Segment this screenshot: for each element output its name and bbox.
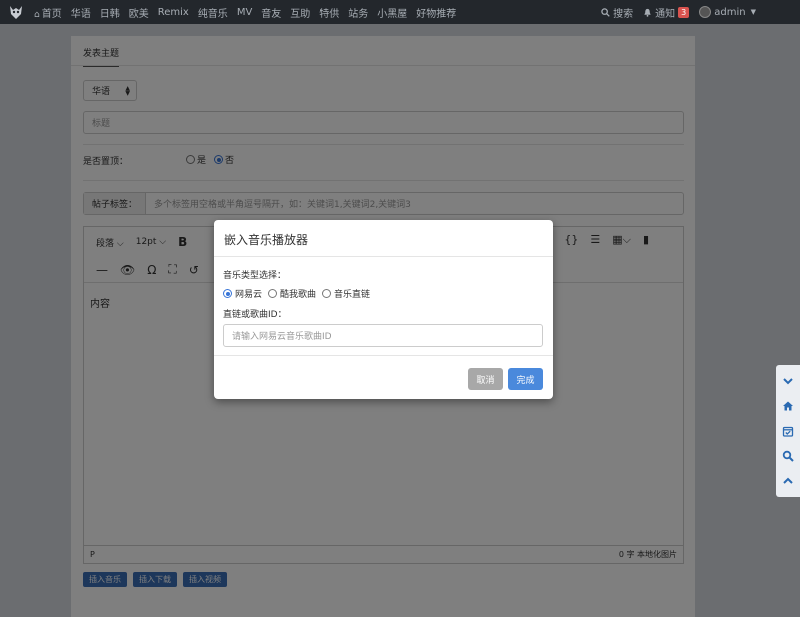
home-icon[interactable] [780,398,796,414]
radio-icon [322,289,332,298]
radio-checked-icon [223,289,232,298]
radio-icon [268,289,278,298]
nav-item-jpkr[interactable]: 日韩 [100,5,120,20]
chevron-up-icon[interactable] [780,473,796,489]
modal-header: 嵌入音乐播放器 [214,220,553,257]
nav-item-help[interactable]: 互助 [290,5,310,20]
nav-home[interactable]: ⌂ 首页 [34,5,62,20]
cancel-button[interactable]: 取消 [468,368,503,390]
music-type-radios: 网易云 酷我歌曲 音乐直链 [223,287,370,300]
home-icon: ⌂ [34,9,40,20]
side-float-buttons [776,365,800,497]
nav-user-menu[interactable]: admin ▼ [699,6,756,18]
notify-count-badge: 3 [678,6,690,18]
nav-item-site-affairs[interactable]: 站务 [348,5,368,20]
type-kuwo-radio[interactable]: 酷我歌曲 [268,287,316,300]
nav-search[interactable]: 搜索 [601,5,633,20]
nav-notify[interactable]: 通知 3 [643,5,690,20]
music-type-label: 音乐类型选择： [223,271,287,281]
nav-item-pure-music[interactable]: 纯音乐 [198,5,228,20]
calendar-check-icon[interactable] [780,423,796,439]
embed-music-player-dialog: 嵌入音乐播放器 音乐类型选择： 网易云 酷我歌曲 音乐直链 直链或歌曲ID： 请… [214,220,553,399]
modal-footer: 取消 完成 [214,355,553,399]
search-icon [601,7,610,17]
nav-item-recommend[interactable]: 好物推荐 [416,5,456,20]
done-button[interactable]: 完成 [508,368,543,390]
song-id-input[interactable]: 请输入网易云音乐歌曲ID [223,324,543,347]
nav-item-blackroom[interactable]: 小黑屋 [377,5,407,20]
nav-item-mv[interactable]: MV [237,7,252,18]
nav-item-remix[interactable]: Remix [158,7,189,18]
nav-item-friends[interactable]: 音友 [261,5,281,20]
modal-body: 音乐类型选择： 网易云 酷我歌曲 音乐直链 直链或歌曲ID： 请输入网易云音乐歌… [214,257,553,355]
chevron-down-icon[interactable] [780,373,796,389]
modal-title: 嵌入音乐播放器 [224,233,309,247]
avatar [699,6,712,18]
nav-item-western[interactable]: 欧美 [129,5,149,20]
site-logo-icon[interactable] [8,4,24,20]
bell-icon [644,8,651,17]
type-netease-radio[interactable]: 网易云 [223,287,262,300]
search-icon[interactable] [780,448,796,464]
top-navbar: ⌂ 首页 华语 日韩 欧美 Remix 纯音乐 MV 音友 互助 特供 站务 小黑… [0,0,800,24]
nav-item-special[interactable]: 特供 [319,5,339,20]
song-id-label: 直链或歌曲ID： [223,310,287,320]
nav-item-chinese[interactable]: 华语 [71,5,91,20]
caret-down-icon: ▼ [750,8,756,16]
type-direct-link-radio[interactable]: 音乐直链 [322,287,370,300]
